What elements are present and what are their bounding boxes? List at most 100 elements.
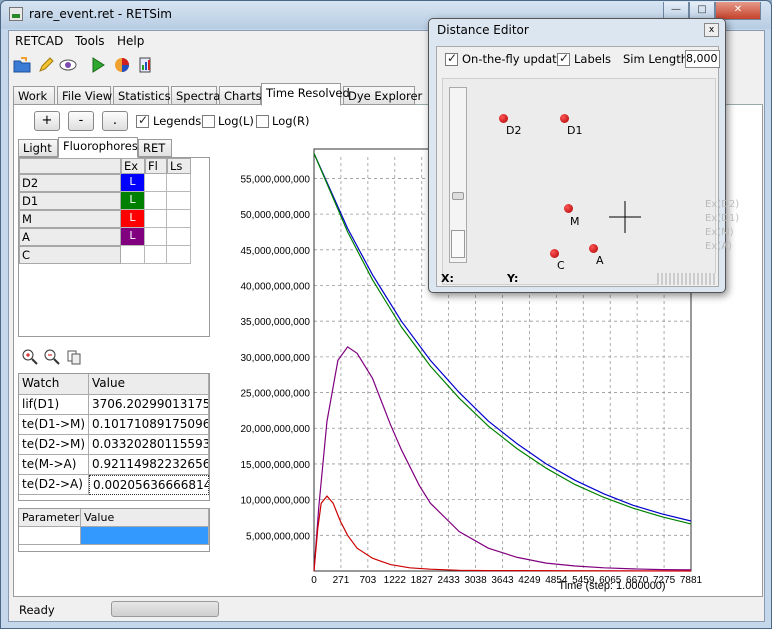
tab-time-resolved[interactable]: Time Resolved: [261, 83, 350, 106]
fl-cell[interactable]: [145, 246, 167, 264]
watch-row-name[interactable]: lif(D1): [19, 395, 89, 415]
ex-cell-a[interactable]: L: [121, 228, 145, 246]
fl-cell[interactable]: [145, 174, 167, 192]
parameter-table: Parameter Value: [18, 508, 210, 552]
vertical-slider[interactable]: [449, 87, 467, 263]
y-tick-label: 5,000,000,000: [246, 531, 310, 542]
x-tick-label: 1827: [411, 575, 434, 586]
ls-cell[interactable]: [167, 210, 191, 228]
watch-row-value[interactable]: 0.00205636666814: [89, 475, 209, 495]
node-label-a: A: [596, 254, 604, 267]
ex-cell-d1[interactable]: L: [121, 192, 145, 210]
on-the-fly-label: On-the-fly update: [462, 52, 564, 66]
y-tick-label: 10,000,000,000: [240, 496, 310, 507]
left-panel: Light Fluorophores RET Ex Fl Ls D2 L D1 …: [18, 137, 210, 589]
fluorophore-grid: Ex Fl Ls D2 L D1 L M L A L C: [18, 157, 210, 337]
watch-header-value: Value: [89, 374, 209, 395]
copy-icon[interactable]: [66, 349, 82, 365]
tab-work[interactable]: Work: [13, 86, 55, 105]
param-header-name: Parameter: [19, 509, 81, 527]
node-d1[interactable]: [560, 114, 569, 123]
zoom-out-button[interactable]: -: [68, 111, 94, 131]
log-l-checkbox[interactable]: [202, 115, 215, 128]
ls-cell[interactable]: [167, 174, 191, 192]
param-header-value: Value: [81, 509, 209, 527]
param-row-value-selected[interactable]: [81, 527, 209, 545]
param-row-name[interactable]: [19, 527, 81, 545]
tab-dye-explorer[interactable]: Dye Explorer: [343, 86, 422, 105]
tab-charts[interactable]: Charts: [219, 86, 262, 105]
row-m[interactable]: M: [19, 210, 121, 228]
open-folder-icon[interactable]: [13, 56, 31, 74]
node-a[interactable]: [589, 244, 598, 253]
menu-tools[interactable]: Tools: [75, 34, 105, 48]
distance-canvas[interactable]: D2 D1 M C A Ex(D2) Ex(D1) Ex(M) Ex(A): [442, 78, 739, 285]
watch-row-name[interactable]: te(D2->A): [19, 475, 89, 495]
x-coord-label: X:: [441, 272, 454, 285]
legends-checkbox[interactable]: [136, 113, 149, 128]
pie-chart-icon[interactable]: [113, 56, 131, 74]
watch-row-value[interactable]: 0.10171089175096: [89, 415, 209, 435]
resize-grip[interactable]: [657, 273, 717, 285]
node-m[interactable]: [564, 204, 573, 213]
menu-help[interactable]: Help: [117, 34, 144, 48]
ls-cell[interactable]: [167, 228, 191, 246]
ls-cell[interactable]: [167, 246, 191, 264]
ls-cell[interactable]: [167, 192, 191, 210]
node-c[interactable]: [550, 249, 559, 258]
tab-light[interactable]: Light: [18, 139, 58, 157]
sim-length-input[interactable]: 8,000: [685, 50, 720, 68]
watch-row-name[interactable]: te(D1->M): [19, 415, 89, 435]
ex-cell-m[interactable]: L: [121, 210, 145, 228]
y-tick-label: 55,000,000,000: [240, 174, 310, 185]
watch-row-value[interactable]: 0.03320280115593: [89, 435, 209, 455]
fl-cell[interactable]: [145, 210, 167, 228]
ex-cell-d2[interactable]: L: [121, 174, 145, 192]
on-the-fly-checkbox[interactable]: [445, 51, 458, 66]
tab-fluorophores[interactable]: Fluorophores: [58, 137, 138, 158]
tab-ret[interactable]: RET: [138, 139, 172, 157]
slider-button[interactable]: [451, 230, 465, 258]
watch-row-value[interactable]: 0.92114982232656: [89, 455, 209, 475]
x-axis-label: Time (step: 1.000000): [558, 580, 665, 592]
dialog-title: Distance Editor: [437, 23, 529, 37]
labels-checkbox[interactable]: [557, 51, 570, 66]
x-tick-label: 0: [311, 575, 317, 586]
zoom-out-icon[interactable]: [44, 349, 60, 365]
dialog-close-button[interactable]: x: [704, 23, 719, 37]
slider-thumb[interactable]: [452, 192, 464, 200]
x-tick-label: 1222: [384, 575, 407, 586]
zoom-in-icon[interactable]: [22, 349, 38, 365]
row-a[interactable]: A: [19, 228, 121, 246]
row-c[interactable]: C: [19, 246, 121, 264]
menu-retcad[interactable]: RETCAD: [15, 34, 63, 48]
ghost-legend-item: Ex(A): [705, 241, 732, 252]
tab-spectra[interactable]: Spectra: [171, 86, 220, 105]
row-d2[interactable]: D2: [19, 174, 121, 192]
log-r-checkbox[interactable]: [256, 115, 269, 128]
eye-icon[interactable]: [59, 56, 77, 74]
ex-cell-c[interactable]: [121, 246, 145, 264]
reset-button[interactable]: .: [102, 111, 128, 131]
watch-row-name[interactable]: te(M->A): [19, 455, 89, 475]
row-d1[interactable]: D1: [19, 192, 121, 210]
grid-corner: [19, 158, 121, 174]
y-tick-label: 35,000,000,000: [240, 317, 310, 328]
tab-file-view[interactable]: File View: [57, 86, 112, 105]
node-label-m: M: [570, 215, 580, 228]
node-d2[interactable]: [499, 114, 508, 123]
report-icon[interactable]: [137, 56, 155, 74]
col-ls: Ls: [167, 158, 191, 174]
ghost-legend-item: Ex(M): [705, 227, 734, 238]
watch-row-name[interactable]: te(D2->M): [19, 435, 89, 455]
fl-cell[interactable]: [145, 192, 167, 210]
pencil-icon[interactable]: [37, 56, 55, 74]
watch-row-value[interactable]: 3706.20299013175: [89, 395, 209, 415]
dialog-client: On-the-fly update Labels Sim Length: 8,0…: [436, 46, 739, 287]
tab-statistics[interactable]: Statistics: [113, 86, 171, 105]
play-icon[interactable]: [89, 56, 107, 74]
zoom-in-button[interactable]: +: [34, 111, 60, 131]
x-tick-label: 271: [333, 575, 350, 586]
x-tick-label: 7881: [680, 575, 703, 586]
fl-cell[interactable]: [145, 228, 167, 246]
